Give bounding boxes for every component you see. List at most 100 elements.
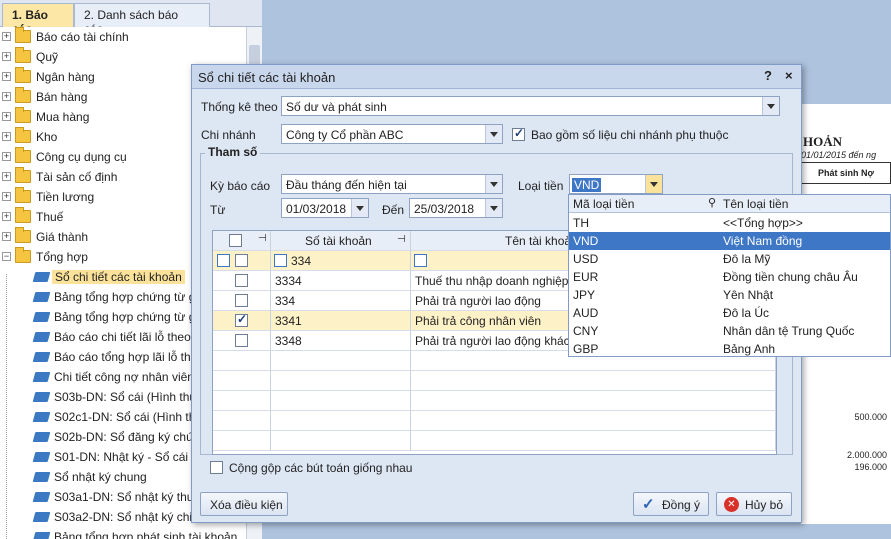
currency-name: Đô la Mỹ bbox=[723, 252, 771, 266]
row-checkbox[interactable] bbox=[235, 334, 248, 347]
help-icon[interactable]: ? bbox=[764, 68, 772, 83]
expand-icon[interactable]: + bbox=[2, 152, 11, 161]
account-number-cell: 3341 bbox=[271, 311, 411, 331]
collapse-icon[interactable]: − bbox=[2, 252, 11, 261]
row-checkbox[interactable] bbox=[235, 312, 248, 327]
currency-option[interactable]: EUR Đồng tiền chung châu Âu bbox=[569, 268, 890, 286]
cancel-icon: ✕ bbox=[724, 497, 739, 512]
chevron-down-icon[interactable] bbox=[485, 125, 502, 143]
row-checkbox[interactable] bbox=[235, 294, 248, 307]
row-select-cell bbox=[213, 311, 271, 331]
filter-value: 334 bbox=[291, 254, 312, 268]
thong-ke-select[interactable]: Số dư và phát sinh bbox=[281, 96, 780, 116]
expand-icon[interactable]: + bbox=[2, 212, 11, 221]
expand-icon[interactable]: + bbox=[2, 32, 11, 41]
report-book-icon bbox=[32, 452, 51, 462]
loai-tien-value: VND bbox=[572, 178, 602, 192]
expand-icon[interactable]: + bbox=[2, 92, 11, 101]
tree-folder[interactable]: + Báo cáo tài chính bbox=[0, 27, 246, 47]
filter-checkbox[interactable] bbox=[235, 254, 248, 267]
expand-icon[interactable]: + bbox=[2, 192, 11, 201]
currency-option[interactable]: VND Việt Nam đồng bbox=[569, 232, 890, 250]
chi-nhanh-select[interactable]: Công ty Cổ phần ABC bbox=[281, 124, 503, 144]
account-number-cell: 3334 bbox=[271, 271, 411, 291]
row-select-cell bbox=[213, 271, 271, 291]
pin-icon[interactable]: ⊣ bbox=[258, 233, 267, 244]
report-book-icon bbox=[32, 312, 51, 322]
xoa-dieu-kien-button[interactable]: Xóa điều kiện bbox=[200, 492, 288, 516]
currency-code: AUD bbox=[573, 306, 599, 320]
dong-y-button[interactable]: ✓ Đồng ý bbox=[633, 492, 709, 516]
tree-folder-label: Tổng hợp bbox=[36, 250, 88, 264]
currency-name: Nhân dân tệ Trung Quốc bbox=[723, 324, 855, 338]
close-icon[interactable]: × bbox=[785, 68, 793, 83]
currency-option[interactable]: JPY Yên Nhật bbox=[569, 286, 890, 304]
row-checkbox[interactable] bbox=[235, 274, 248, 287]
bao-gom-checkbox[interactable] bbox=[512, 126, 525, 141]
ky-bao-cao-label: Kỳ báo cáo bbox=[210, 179, 271, 193]
den-value: 25/03/2018 bbox=[414, 202, 475, 216]
tree-report-item[interactable]: Bảng tổng hợp phát sinh tài khoản bbox=[0, 527, 246, 539]
filter-icon[interactable] bbox=[414, 254, 427, 267]
col-so-tai-khoan[interactable]: Số tài khoản ⊣ bbox=[271, 231, 411, 251]
tab-danh-sach-bao-cao[interactable]: 2. Danh sách báo cáo bbox=[74, 3, 210, 36]
tab-bao-cao[interactable]: 1. Báo cáo bbox=[2, 3, 74, 36]
preview-value: 2.000.000 bbox=[846, 450, 887, 460]
select-all-checkbox[interactable] bbox=[229, 234, 242, 247]
filter-icon[interactable] bbox=[217, 254, 230, 267]
currency-code: EUR bbox=[573, 270, 599, 284]
dialog-title: Sổ chi tiết các tài khoản bbox=[198, 70, 336, 85]
col-header-label: Số tài khoản bbox=[305, 234, 372, 248]
tree-folder-label: Tiền lương bbox=[36, 190, 95, 204]
tree-report-label: S03a1-DN: Sổ nhật ký thu ti bbox=[54, 490, 203, 504]
dong-y-label: Đồng ý bbox=[662, 498, 701, 512]
currency-name: Bảng Anh bbox=[723, 342, 776, 356]
account-number: 3334 bbox=[275, 274, 302, 288]
currency-option[interactable]: AUD Đô la Úc bbox=[569, 304, 890, 322]
pin-icon[interactable]: ⊣ bbox=[397, 234, 406, 245]
chevron-down-icon[interactable] bbox=[645, 175, 662, 193]
report-book-icon bbox=[32, 472, 51, 482]
currency-option[interactable]: TH <<Tổng hợp>> bbox=[569, 214, 890, 232]
loai-tien-label: Loại tiền bbox=[518, 179, 564, 193]
currency-name: Việt Nam đồng bbox=[723, 234, 803, 248]
empty-row bbox=[213, 371, 778, 391]
report-book-icon bbox=[32, 352, 51, 362]
folder-icon bbox=[15, 147, 31, 163]
report-book-icon bbox=[32, 412, 51, 422]
expand-icon[interactable]: + bbox=[2, 52, 11, 61]
chevron-down-icon[interactable] bbox=[485, 199, 502, 217]
check-icon: ✓ bbox=[642, 496, 655, 513]
tree-report-label: Bảng tổng hợp chứng từ gốc bbox=[54, 310, 209, 324]
filter-icon[interactable] bbox=[274, 254, 287, 267]
chi-nhanh-label: Chi nhánh bbox=[201, 128, 256, 142]
currency-option[interactable]: CNY Nhân dân tệ Trung Quốc bbox=[569, 322, 890, 340]
expand-icon[interactable]: + bbox=[2, 232, 11, 241]
tree-report-label: Sổ nhật ký chung bbox=[54, 470, 147, 484]
chevron-down-icon[interactable] bbox=[351, 199, 368, 217]
huy-bo-button[interactable]: ✕ Hủy bỏ bbox=[716, 492, 792, 516]
report-book-icon bbox=[32, 372, 51, 382]
expand-icon[interactable]: + bbox=[2, 72, 11, 81]
tu-date-field[interactable]: 01/03/2018 bbox=[281, 198, 369, 218]
expand-icon[interactable]: + bbox=[2, 112, 11, 121]
expand-icon[interactable]: + bbox=[2, 132, 11, 141]
currency-option[interactable]: USD Đô la Mỹ bbox=[569, 250, 890, 268]
tree-report-label: Bảng tổng hợp chứng từ gốc bbox=[54, 290, 209, 304]
folder-icon bbox=[15, 227, 31, 243]
currency-option[interactable]: GBP Bảng Anh bbox=[569, 340, 890, 358]
binoculars-icon[interactable]: ⚲ bbox=[708, 196, 716, 209]
tree-report-label: Bảng tổng hợp phát sinh tài khoản bbox=[54, 530, 238, 539]
ky-bao-cao-select[interactable]: Đầu tháng đến hiện tại bbox=[281, 174, 503, 194]
cong-gop-checkbox[interactable] bbox=[210, 461, 223, 474]
preview-date: 01/01/2015 đến ng bbox=[801, 150, 877, 160]
filter-so-tai-khoan[interactable]: 334 bbox=[271, 251, 411, 271]
tree-report-label: Chi tiết công nợ nhân viên t bbox=[54, 370, 201, 384]
report-book-icon bbox=[32, 492, 51, 502]
chevron-down-icon[interactable] bbox=[762, 97, 779, 115]
huy-bo-label: Hủy bỏ bbox=[745, 498, 784, 512]
expand-icon[interactable]: + bbox=[2, 172, 11, 181]
den-date-field[interactable]: 25/03/2018 bbox=[409, 198, 503, 218]
loai-tien-select[interactable]: VND bbox=[569, 174, 663, 194]
chevron-down-icon[interactable] bbox=[485, 175, 502, 193]
